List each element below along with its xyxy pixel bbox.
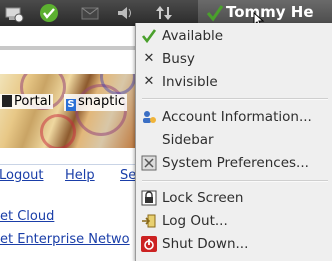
enterprise-network-link[interactable]: et Enterprise Netwo [0, 232, 130, 247]
lock-icon [141, 190, 157, 206]
menu-separator [142, 98, 328, 100]
preferences-icon [141, 155, 157, 171]
account-icon [141, 109, 157, 125]
menu-item-available[interactable]: Available [136, 25, 332, 47]
bookmark-portal[interactable]: Portal [0, 94, 54, 109]
x-icon: ✕ [143, 74, 155, 89]
logout-link[interactable]: Logout [0, 168, 44, 183]
portal-icon [2, 95, 12, 107]
menu-item-shut-down[interactable]: Shut Down... [136, 233, 332, 255]
mail-icon[interactable] [80, 3, 100, 27]
menu-separator [142, 180, 328, 182]
partial-link[interactable]: Se [120, 168, 136, 183]
power-icon [141, 236, 157, 252]
check-icon [141, 28, 157, 44]
menu-item-account-information[interactable]: Account Information... [136, 106, 332, 128]
menu-item-log-out[interactable]: Log Out... [136, 210, 332, 232]
snaptic-icon: S [66, 99, 76, 111]
banner-image [0, 74, 135, 148]
menu-item-busy[interactable]: ✕ Busy [136, 48, 332, 70]
user-name: Tommy He [226, 3, 314, 21]
menu-item-lock-screen[interactable]: Lock Screen [136, 187, 332, 209]
menu-item-sidebar[interactable]: Sidebar [136, 129, 332, 151]
bookmark-snaptic[interactable]: Ssnaptic [64, 94, 128, 111]
x-icon: ✕ [143, 51, 155, 66]
update-available-icon[interactable] [39, 3, 59, 27]
network-icon[interactable] [4, 3, 24, 27]
volume-icon[interactable] [115, 3, 135, 27]
cloud-link[interactable]: et Cloud [0, 209, 54, 224]
user-status-menu: Available ✕ Busy ✕ Invisible Account Inf… [135, 23, 332, 261]
menu-item-invisible[interactable]: ✕ Invisible [136, 71, 332, 93]
help-link[interactable]: Help [65, 168, 95, 183]
browser-toolbar-edge [0, 46, 135, 50]
divider [0, 164, 135, 165]
menu-item-system-preferences[interactable]: System Preferences... [136, 152, 332, 174]
logout-icon [141, 213, 157, 229]
